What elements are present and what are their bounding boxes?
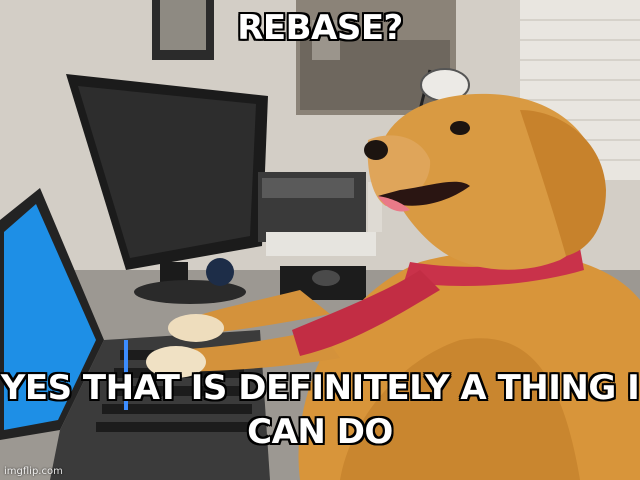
globe-ornament — [206, 258, 234, 286]
monitor-stand — [160, 262, 188, 282]
meme-top-text: REBASE? — [237, 8, 403, 48]
dog-nose — [364, 140, 388, 160]
meme-image: REBASE? YES THAT IS DEFINITELY A THING I… — [0, 0, 640, 480]
dog-eye — [450, 121, 470, 135]
imgflip-watermark: imgflip.com — [4, 466, 63, 477]
mouse — [312, 270, 340, 286]
dog-paw-upper — [168, 314, 224, 342]
meme-bottom-text: YES THAT IS DEFINITELY A THING I CAN DO — [0, 368, 640, 452]
monitor-base — [134, 280, 246, 304]
